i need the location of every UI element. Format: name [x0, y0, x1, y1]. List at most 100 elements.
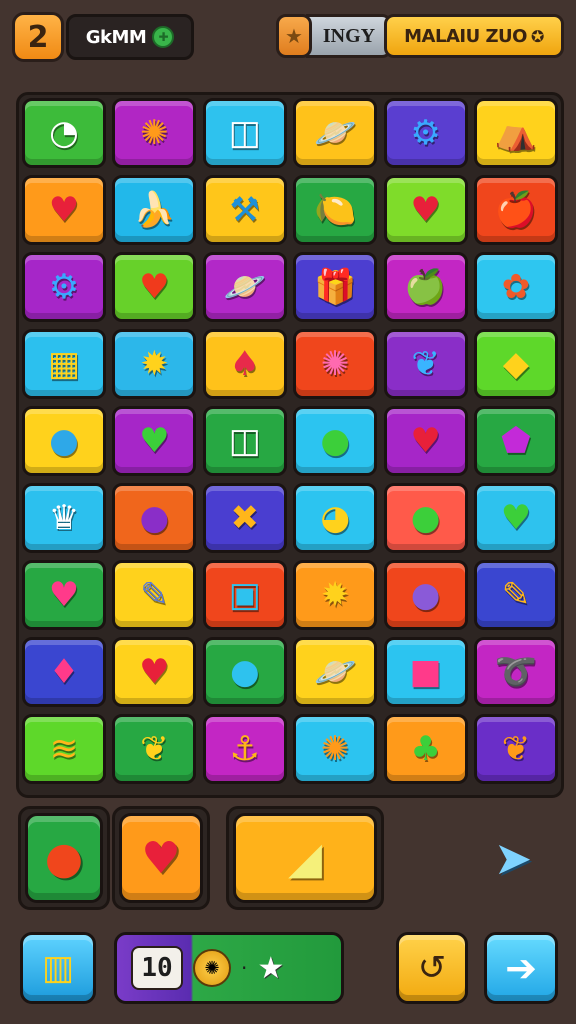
- tile-r7-c3[interactable]: ▣: [202, 560, 287, 630]
- tile-r6-c6[interactable]: ♥: [473, 483, 558, 553]
- tile-r2-c6[interactable]: 🍎: [473, 175, 558, 245]
- blue-gear-icon: ⚙: [410, 113, 441, 153]
- tomato-icon: ●: [44, 832, 84, 884]
- next-button[interactable]: ➔: [484, 932, 558, 1004]
- pie-timer-icon: ◔: [49, 113, 79, 153]
- tile-r3-c6[interactable]: ✿: [473, 252, 558, 322]
- tile-r1-c1[interactable]: ◔: [22, 98, 106, 168]
- tile-r1-c3[interactable]: ◫: [202, 98, 287, 168]
- big-heart-icon: ♥: [141, 832, 181, 884]
- lemon-icon: ❦: [140, 729, 169, 769]
- tile-r3-c5[interactable]: 🍏: [383, 252, 468, 322]
- tile-r2-c4[interactable]: 🍋: [293, 175, 378, 245]
- tile-r2-c1[interactable]: ♥: [22, 175, 106, 245]
- tile-r5-c1[interactable]: ●: [22, 406, 106, 476]
- tile-r7-c2[interactable]: ✎: [112, 560, 197, 630]
- sun-gear-icon: ✺: [140, 113, 169, 153]
- tile-r3-c3[interactable]: 🪐: [202, 252, 287, 322]
- star-flower-icon: ✹: [140, 344, 169, 384]
- wrench-icon: ⚒: [229, 190, 261, 230]
- tile-r4-c4[interactable]: ✺: [293, 329, 378, 399]
- level-badge[interactable]: 2: [12, 12, 64, 62]
- tile-r2-c3[interactable]: ⚒: [202, 175, 287, 245]
- tile-r8-c1[interactable]: ♦: [22, 637, 106, 707]
- tile-r6-c1[interactable]: ♛: [22, 483, 106, 553]
- box-icon: ■: [409, 652, 442, 692]
- tile-r5-c3[interactable]: ◫: [202, 406, 287, 476]
- tile-r2-c2[interactable]: 🍌: [112, 175, 197, 245]
- tray-tile[interactable]: ●: [25, 813, 103, 903]
- gift-box-icon: 🎁: [314, 267, 357, 307]
- cheese-wedge-icon: ◢: [288, 832, 322, 884]
- banana-icon: 🍌: [133, 190, 176, 230]
- tile-r9-c6[interactable]: ❦: [473, 714, 558, 784]
- lime-icon: ●: [320, 421, 350, 461]
- map-button[interactable]: ▥: [20, 932, 96, 1004]
- tent-icon: ⛺: [494, 113, 538, 153]
- tile-r4-c2[interactable]: ✹: [112, 329, 197, 399]
- tile-r6-c4[interactable]: ◕: [293, 483, 378, 553]
- pencil-icon: ✎: [140, 575, 169, 615]
- tray-tile[interactable]: ◢: [233, 813, 377, 903]
- tile-r8-c6[interactable]: ➰: [473, 637, 558, 707]
- tile-r4-c1[interactable]: ▦: [22, 329, 106, 399]
- tile-r6-c3[interactable]: ✖: [202, 483, 287, 553]
- tile-r9-c3[interactable]: ⚓: [202, 714, 287, 784]
- tile-r7-c5[interactable]: ●: [383, 560, 468, 630]
- map-icon: ▥: [41, 948, 75, 988]
- cake-drum-icon: ◫: [228, 113, 261, 153]
- undo-button[interactable]: ↺: [396, 932, 468, 1004]
- player-name-pill[interactable]: GkMM ✚: [66, 14, 194, 60]
- pink-gem-icon: ♦: [48, 652, 80, 692]
- tile-r3-c1[interactable]: ⚙: [22, 252, 106, 322]
- tile-r7-c1[interactable]: ♥: [22, 560, 106, 630]
- tile-r8-c3[interactable]: ●: [202, 637, 287, 707]
- tile-r1-c4[interactable]: 🪐: [293, 98, 378, 168]
- building-icon: ▦: [47, 344, 81, 384]
- tile-r2-c5[interactable]: ♥: [383, 175, 468, 245]
- send-arrow-icon[interactable]: ➤: [486, 828, 540, 888]
- tile-r1-c2[interactable]: ✺: [112, 98, 197, 168]
- blue-gear-icon: ⚙: [48, 267, 80, 307]
- tile-r4-c5[interactable]: ❦: [383, 329, 468, 399]
- heart-icon: ♥: [139, 267, 170, 307]
- tile-r6-c5[interactable]: ●: [383, 483, 468, 553]
- tray-slot-3: ◢: [226, 806, 384, 910]
- coin-icon: ✪: [530, 26, 544, 46]
- separator-dot: ·: [241, 956, 248, 980]
- tile-r7-c4[interactable]: ✹: [293, 560, 378, 630]
- tile-r9-c1[interactable]: ≋: [22, 714, 106, 784]
- tile-r5-c6[interactable]: ⬟: [473, 406, 558, 476]
- tile-r8-c4[interactable]: 🪐: [293, 637, 378, 707]
- tile-r9-c5[interactable]: ♣: [383, 714, 468, 784]
- planet-icon: 🪐: [314, 113, 357, 153]
- tile-r9-c2[interactable]: ❦: [112, 714, 197, 784]
- tray-tile[interactable]: ♥: [119, 813, 203, 903]
- green-heart-icon: ♥: [139, 421, 170, 461]
- leaf-icon: ❦: [411, 344, 440, 384]
- leaf-icon: ♣: [410, 729, 441, 769]
- tile-r7-c6[interactable]: ✎: [473, 560, 558, 630]
- combo-bar: 10 ✺ · ★: [114, 932, 344, 1004]
- tile-r9-c4[interactable]: ✺: [293, 714, 378, 784]
- tile-r1-c6[interactable]: ⛺: [473, 98, 558, 168]
- red-heart-icon: ♥: [48, 190, 80, 230]
- tile-r8-c5[interactable]: ■: [383, 637, 468, 707]
- gem-shield-icon: ⬟: [501, 421, 531, 461]
- arrow-right-icon: ➔: [505, 946, 537, 990]
- tile-r4-c3[interactable]: ♠: [202, 329, 287, 399]
- tile-r5-c5[interactable]: ♥: [383, 406, 468, 476]
- tile-r1-c5[interactable]: ⚙: [383, 98, 468, 168]
- bomb-drop-icon: ●: [229, 652, 260, 692]
- tile-r3-c4[interactable]: 🎁: [293, 252, 378, 322]
- star-icon[interactable]: ★: [276, 14, 312, 58]
- tile-r6-c2[interactable]: ●: [112, 483, 197, 553]
- tile-r3-c2[interactable]: ♥: [112, 252, 197, 322]
- avocado-icon: ●: [410, 498, 441, 538]
- coil-icon: ≋: [49, 729, 79, 769]
- tile-r5-c2[interactable]: ♥: [112, 406, 197, 476]
- tile-r4-c6[interactable]: ◆: [473, 329, 558, 399]
- tile-r5-c4[interactable]: ●: [293, 406, 378, 476]
- tile-r8-c2[interactable]: ♥: [112, 637, 197, 707]
- planet-icon: 🪐: [223, 267, 266, 307]
